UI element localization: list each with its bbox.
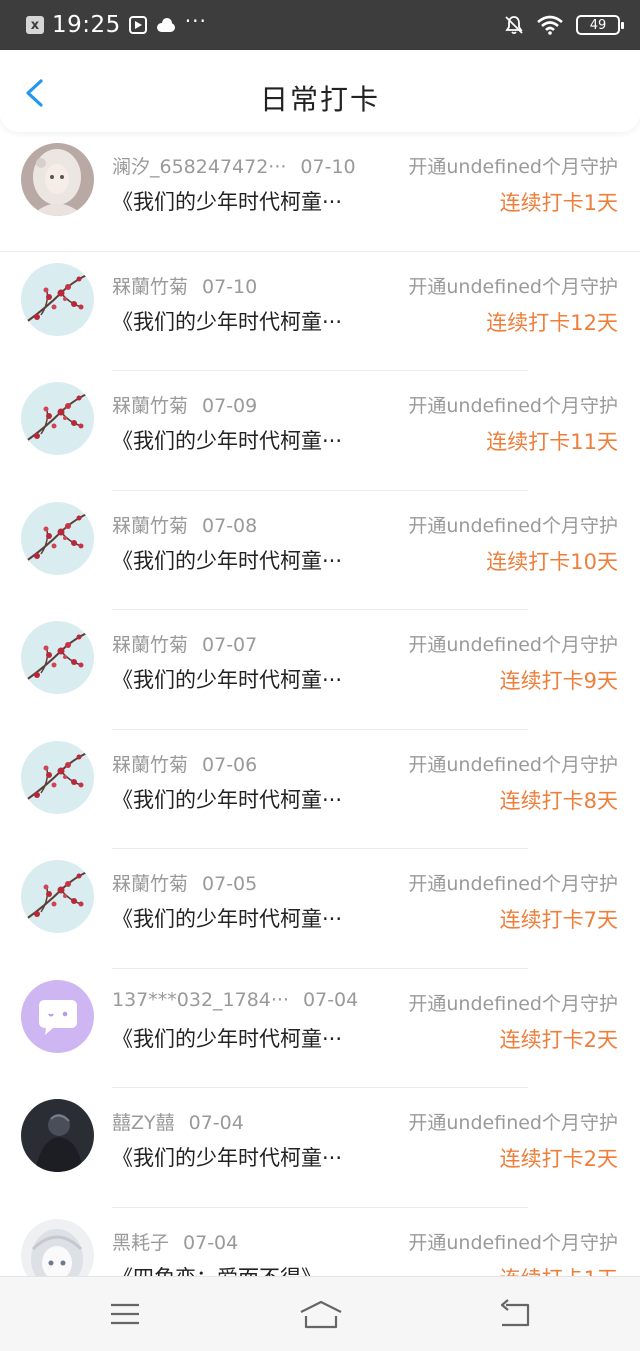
row-meta: 槑蘭竹菊 07-08 [112, 511, 257, 538]
checkin-list: 澜汐_658247472··· 07-10 开通undefined个月守护 《我们… [0, 132, 640, 1276]
wifi-icon [537, 15, 563, 35]
header-bar: 日常打卡 [0, 50, 640, 132]
username: 槑蘭竹菊 [112, 395, 189, 417]
streak-label: 连续打卡1天 [500, 1263, 618, 1277]
streak-label: 连续打卡2天 [499, 1147, 618, 1171]
page-title: 日常打卡 [259, 83, 380, 116]
status-bar: x 19:25 ··· 49 [0, 0, 640, 50]
checkin-date: 07-04 [188, 1112, 244, 1134]
checkin-date: 07-07 [202, 634, 258, 656]
guard-status: 开通undefined个月守护 [408, 873, 618, 895]
checkin-date: 07-10 [202, 275, 258, 298]
row-meta: 槑蘭竹菊 07-06 [112, 750, 257, 777]
checkin-row[interactable]: 囍ZY囍 07-04 开通undefined个月守护 《我们的少年时代柯童··· … [0, 1088, 640, 1208]
streak-label: 连续打卡1天 [499, 191, 618, 215]
streak-label: 连续打卡7天 [499, 908, 618, 932]
streak-label: 连续打卡12天 [486, 310, 618, 335]
video-app-icon [128, 16, 147, 34]
avatar[interactable] [21, 262, 94, 336]
more-notifications-icon: ··· [184, 9, 207, 33]
bell-muted-icon [505, 16, 523, 35]
book-title[interactable]: 《我们的少年时代柯童··· [112, 784, 342, 814]
avatar[interactable] [21, 860, 94, 933]
guard-status: 开通undefined个月守护 [408, 753, 618, 776]
book-title[interactable]: 《我们的少年时代柯童··· [112, 903, 342, 933]
status-time: 19:25 [52, 12, 121, 38]
checkin-row[interactable]: 槑蘭竹菊 07-05 开通undefined个月守护 《我们的少年时代柯童··· … [0, 849, 640, 969]
checkin-date: 07-08 [202, 514, 258, 537]
book-title[interactable]: 《我们的少年时代柯童··· [112, 1023, 342, 1053]
home-icon[interactable] [298, 1297, 344, 1331]
book-title[interactable]: 《我们的少年时代柯童··· [112, 425, 342, 455]
checkin-date: 07-04 [303, 988, 359, 1011]
avatar[interactable] [21, 740, 94, 814]
avatar[interactable] [21, 621, 94, 694]
row-meta: 槑蘭竹菊 07-07 [112, 630, 257, 657]
streak-label: 连续打卡10天 [486, 549, 618, 574]
menu-icon[interactable] [105, 1297, 145, 1331]
checkin-row[interactable]: 槑蘭竹菊 07-10 开通undefined个月守护 《我们的少年时代柯童··· … [0, 252, 640, 371]
username: 澜汐_658247472··· [112, 156, 287, 178]
back-arrow-icon[interactable] [496, 1297, 536, 1331]
checkin-date: 07-04 [183, 1231, 239, 1254]
book-title[interactable]: 《我们的少年时代柯童··· [112, 1142, 342, 1172]
avatar[interactable] [21, 979, 94, 1053]
checkin-row[interactable]: 槑蘭竹菊 07-06 开通undefined个月守护 《我们的少年时代柯童··· … [0, 730, 640, 849]
row-meta: 槑蘭竹菊 07-10 [112, 272, 257, 299]
row-meta: 137***032_1784··· 07-04 [112, 989, 358, 1011]
username: 囍ZY囍 [112, 1112, 175, 1134]
book-title[interactable]: 《我们的少年时代柯童··· [112, 545, 342, 575]
battery-icon: 49 [576, 15, 624, 35]
streak-label: 连续打卡9天 [499, 669, 618, 693]
streak-label: 连续打卡2天 [499, 1027, 618, 1052]
username: 137***032_1784··· [112, 988, 290, 1011]
guard-status: 开通undefined个月守护 [408, 1231, 618, 1254]
guard-status: 开通undefined个月守护 [408, 514, 618, 537]
checkin-date: 07-10 [300, 156, 356, 178]
guard-status: 开通undefined个月守护 [408, 275, 618, 298]
book-title[interactable]: 《我们的少年时代柯童··· [112, 664, 342, 694]
row-meta: 槑蘭竹菊 07-09 [112, 391, 257, 418]
checkin-row[interactable]: 澜汐_658247472··· 07-10 开通undefined个月守护 《我们… [0, 132, 640, 252]
username: 槑蘭竹菊 [112, 873, 189, 895]
row-meta: 槑蘭竹菊 07-05 [112, 869, 257, 896]
cloud-icon [155, 18, 177, 32]
guard-status: 开通undefined个月守护 [408, 992, 618, 1015]
guard-status: 开通undefined个月守护 [408, 634, 618, 656]
battery-level: 49 [589, 17, 607, 33]
username: 槑蘭竹菊 [112, 634, 189, 656]
streak-label: 连续打卡11天 [486, 430, 618, 454]
book-title[interactable]: 《我们的少年时代柯童··· [112, 306, 342, 336]
row-meta: 澜汐_658247472··· 07-10 [112, 152, 356, 179]
username: 槑蘭竹菊 [112, 753, 189, 776]
avatar[interactable] [21, 1099, 94, 1172]
checkin-date: 07-09 [202, 395, 258, 417]
checkin-row[interactable]: 槑蘭竹菊 07-08 开通undefined个月守护 《我们的少年时代柯童··· … [0, 491, 640, 610]
username: 黑耗子 [112, 1231, 170, 1254]
guard-status: 开通undefined个月守护 [408, 156, 618, 178]
checkin-row[interactable]: 槑蘭竹菊 07-09 开通undefined个月守护 《我们的少年时代柯童··· … [0, 371, 640, 491]
guard-status: 开通undefined个月守护 [408, 1112, 618, 1134]
checkin-date: 07-06 [202, 753, 258, 776]
avatar[interactable] [21, 1218, 94, 1276]
book-title[interactable]: 《四角恋：爱而不得》 [112, 1262, 322, 1277]
avatar[interactable] [21, 382, 94, 455]
guard-status: 开通undefined个月守护 [408, 395, 618, 417]
username: 槑蘭竹菊 [112, 514, 189, 537]
checkin-row[interactable]: 黑耗子 07-04 开通undefined个月守护 《四角恋：爱而不得》 连续打卡… [0, 1208, 640, 1277]
system-nav-bar [0, 1276, 640, 1351]
avatar[interactable] [21, 501, 94, 575]
checkin-row[interactable]: 槑蘭竹菊 07-07 开通undefined个月守护 《我们的少年时代柯童··· … [0, 610, 640, 730]
avatar[interactable] [21, 143, 94, 216]
checkin-row[interactable]: 137***032_1784··· 07-04 开通undefined个月守护 《… [0, 969, 640, 1088]
row-meta: 黑耗子 07-04 [112, 1228, 238, 1255]
streak-label: 连续打卡8天 [499, 788, 618, 813]
book-title[interactable]: 《我们的少年时代柯童··· [112, 186, 342, 216]
username: 槑蘭竹菊 [112, 275, 189, 298]
row-meta: 囍ZY囍 07-04 [112, 1108, 244, 1135]
notification-x-icon: x [26, 16, 44, 34]
checkin-date: 07-05 [202, 873, 258, 895]
